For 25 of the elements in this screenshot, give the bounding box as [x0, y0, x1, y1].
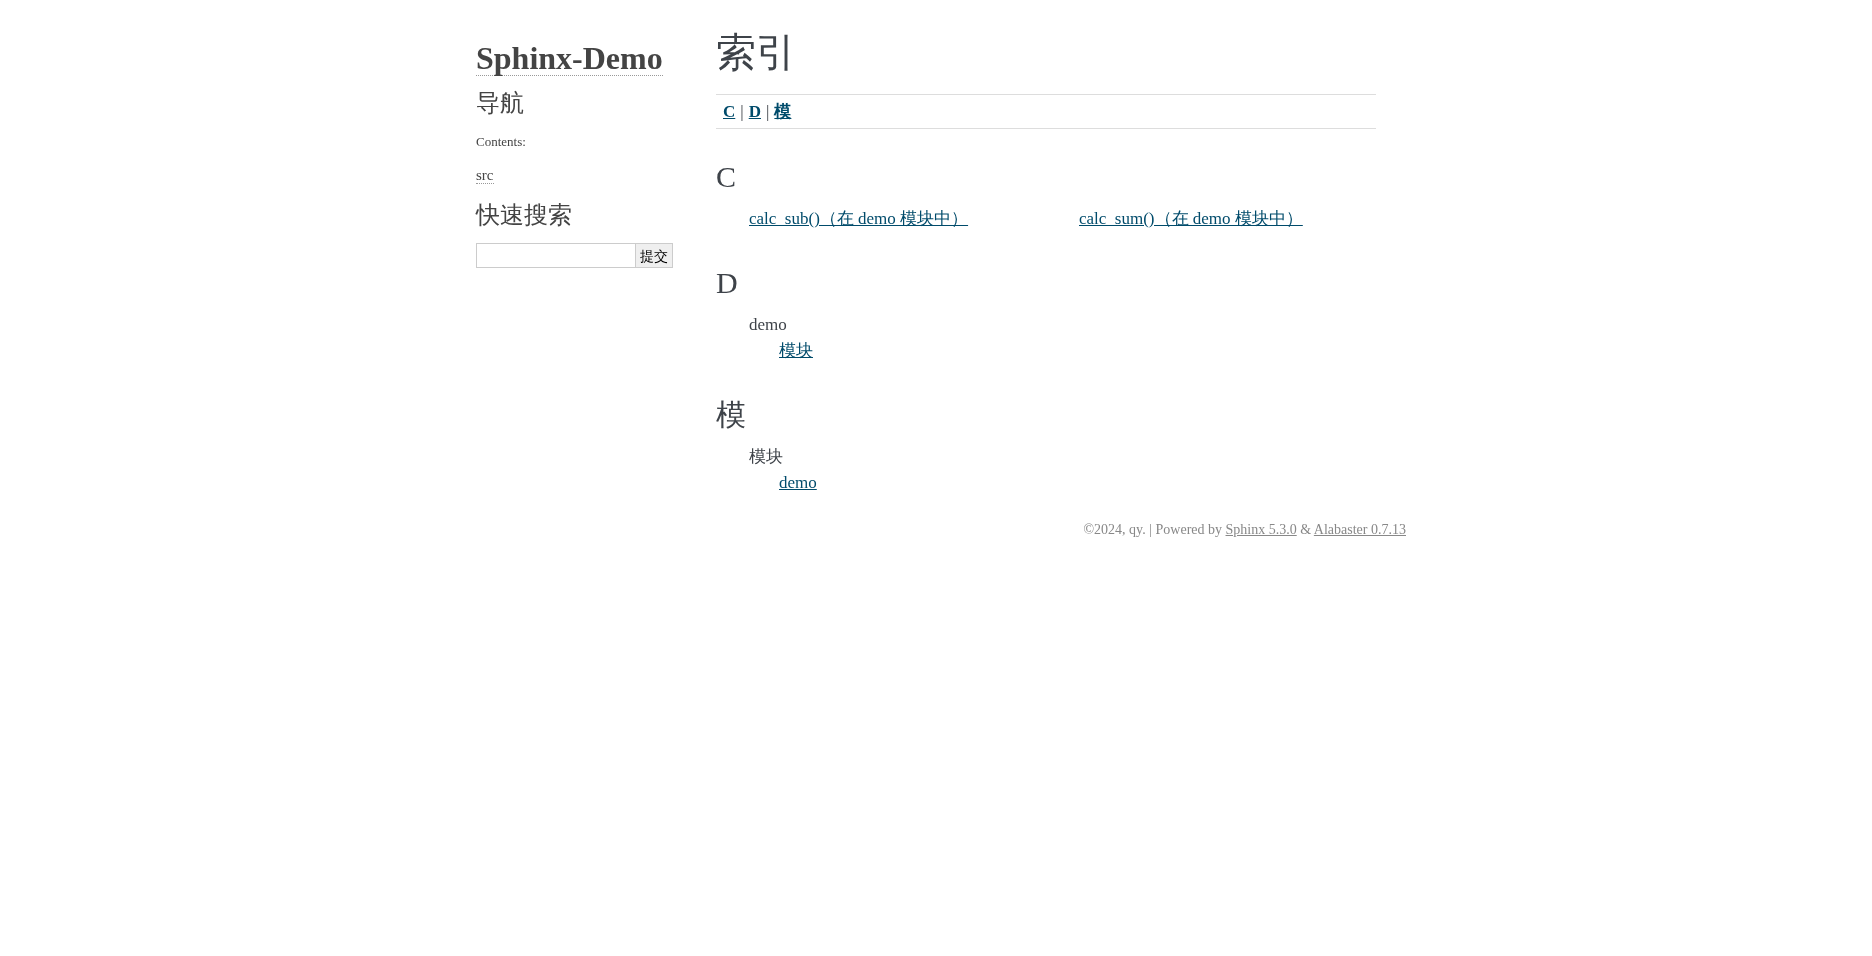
index-link[interactable]: 模块	[779, 339, 813, 363]
sidebar-heading: 导航	[476, 89, 524, 118]
jump-link[interactable]: D	[748, 98, 761, 125]
separator-text: |	[740, 100, 744, 123]
footer-text: ©2024, qy. | Powered by Sphinx 5.3.0 & Alabaster 0.7.13	[1083, 521, 1406, 539]
logo-link[interactable]: Sphinx-Demo	[476, 41, 663, 76]
submit-button[interactable]: 提交	[636, 243, 673, 268]
toc-link[interactable]: src	[476, 167, 494, 184]
toc-caption: Contents:	[476, 134, 526, 150]
index-term: 模块	[749, 446, 783, 468]
section-heading: 模	[716, 397, 747, 433]
jump-link[interactable]: 模	[774, 98, 792, 125]
search-field[interactable]	[476, 243, 636, 268]
footer-link[interactable]: Alabaster 0.7.13	[1313, 522, 1406, 537]
jump-link[interactable]: C	[723, 98, 736, 125]
index-link[interactable]: calc_sub()（在 demo 模块中）	[749, 207, 969, 231]
footer-link[interactable]: Sphinx 5.3.0	[1225, 522, 1297, 537]
index-link[interactable]: demo	[779, 471, 817, 495]
section-heading: D	[716, 265, 739, 301]
index-term: demo	[749, 314, 787, 336]
page-title: 索引	[716, 29, 797, 77]
separator-text: |	[765, 100, 770, 123]
section-heading: C	[716, 159, 737, 195]
sidebar-heading: 快速搜索	[476, 201, 572, 230]
index-link[interactable]: calc_sum()（在 demo 模块中）	[1079, 207, 1303, 231]
